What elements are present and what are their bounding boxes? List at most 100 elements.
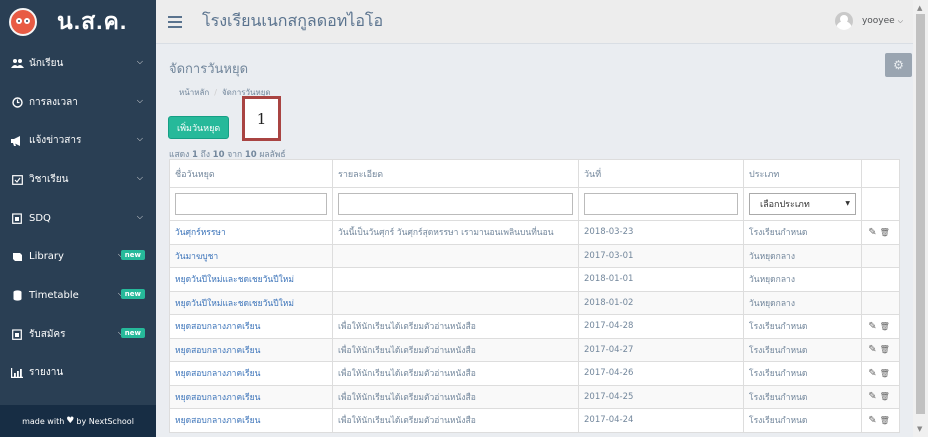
gear-icon: ⚙	[893, 58, 904, 72]
holiday-detail	[332, 267, 579, 292]
chevron-down-icon: ⌵	[136, 173, 143, 183]
clipboard-icon	[10, 212, 24, 224]
holiday-date: 2018-01-01	[578, 267, 744, 292]
holiday-date: 2018-03-23	[578, 220, 744, 245]
step-number-callout: 1	[242, 96, 281, 141]
scroll-up-icon[interactable]: ▲	[917, 4, 922, 12]
filter-type-select[interactable]: เลือกประเภท	[749, 193, 856, 215]
sidebar-item-label: นักเรียน	[29, 57, 64, 69]
holiday-name-link[interactable]: หยุดวันปีใหม่และชดเชยวันปีใหม่	[169, 267, 333, 292]
sidebar-item-sdq[interactable]: SDQ ⌵	[0, 199, 156, 238]
avatar	[834, 12, 853, 30]
row-actions: ✎🗑	[861, 408, 900, 433]
holiday-date: 2017-04-25	[578, 384, 744, 409]
brand-name: น.ส.ค.	[57, 8, 128, 34]
heart-icon: ♥	[66, 416, 75, 426]
holiday-type: วันหยุดกลาง	[743, 267, 862, 292]
clipboard-icon	[10, 328, 24, 340]
holiday-name-link[interactable]: หยุดวันปีใหม่และชดเชยวันปีใหม่	[169, 290, 333, 315]
column-header-date[interactable]: วันที่	[578, 159, 744, 188]
bullhorn-icon	[10, 135, 24, 147]
edit-icon[interactable]: ✎	[868, 415, 879, 426]
users-icon	[10, 57, 24, 69]
holiday-detail	[332, 243, 579, 268]
holiday-date: 2017-04-24	[578, 408, 744, 433]
holiday-name-link[interactable]: หยุดสอบกลางภาคเรียน	[169, 314, 333, 339]
holiday-detail: เพื่อให้นักเรียนได้เตรียมตัวอ่านหนังสือ	[332, 384, 579, 409]
trash-icon[interactable]: 🗑	[880, 416, 893, 425]
sidebar-item-subjects[interactable]: วิชาเรียน ⌵	[0, 160, 156, 199]
table-row: หยุดสอบกลางภาคเรียน เพื่อให้นักเรียนได้เต…	[169, 337, 900, 362]
holiday-name-link[interactable]: หยุดสอบกลางภาคเรียน	[169, 337, 333, 362]
calendar-check-icon	[10, 173, 24, 185]
sidebar-item-library[interactable]: Library ⌵ new	[0, 237, 156, 276]
holiday-type: โรงเรียนกำหนด	[743, 361, 862, 386]
new-badge: new	[120, 289, 145, 300]
scrollbar-thumb[interactable]	[916, 14, 925, 414]
menu-toggle-icon[interactable]	[168, 15, 182, 28]
user-menu[interactable]: yooyee ⌵	[834, 12, 903, 30]
footer-text-post: by NextSchool	[76, 416, 134, 426]
sidebar-item-attendance[interactable]: การลงเวลา ⌵	[0, 83, 156, 122]
filter-name-input[interactable]	[175, 193, 327, 215]
trash-icon[interactable]: 🗑	[880, 369, 893, 378]
breadcrumb-home[interactable]: หน้าหลัก	[179, 88, 209, 97]
edit-icon[interactable]: ✎	[868, 368, 879, 379]
sidebar-item-timetable[interactable]: Timetable ⌵ new	[0, 276, 156, 315]
main-content: จัดการวันหยุด ⚙ หน้าหลัก / จัดการวันหยุด เ…	[156, 45, 913, 437]
holiday-type: โรงเรียนกำหนด	[743, 408, 862, 433]
chevron-down-icon: ⌵	[136, 134, 143, 144]
row-actions: ✎🗑	[861, 220, 900, 245]
sidebar-item-label: Timetable	[29, 289, 79, 301]
holiday-date: 2018-01-02	[578, 290, 744, 315]
holiday-date: 2017-04-27	[578, 337, 744, 362]
sidebar-item-label: รายงาน	[29, 367, 64, 379]
edit-icon[interactable]: ✎	[868, 344, 879, 355]
table-row: หยุดสอบกลางภาคเรียน เพื่อให้นักเรียนได้เต…	[169, 314, 900, 339]
holiday-name-link[interactable]: วันมาฆบูชา	[169, 243, 333, 268]
row-actions: ✎🗑	[861, 361, 900, 386]
settings-button[interactable]: ⚙	[885, 53, 912, 77]
table-row: หยุดสอบกลางภาคเรียน เพื่อให้นักเรียนได้เต…	[169, 384, 900, 409]
brand[interactable]: น.ส.ค.	[0, 0, 156, 44]
column-header-detail[interactable]: รายละเอียด	[332, 159, 579, 188]
column-header-actions	[861, 159, 900, 188]
holiday-detail: เพื่อให้นักเรียนได้เตรียมตัวอ่านหนังสือ	[332, 361, 579, 386]
holiday-name-link[interactable]: วันศุกร์หรรษา	[169, 220, 333, 245]
holiday-name-link[interactable]: หยุดสอบกลางภาคเรียน	[169, 408, 333, 433]
filter-detail-input[interactable]	[338, 193, 573, 215]
trash-icon[interactable]: 🗑	[880, 392, 893, 401]
holiday-table: ชื่อวันหยุด รายละเอียด วันที่ ประเภท เลื…	[169, 159, 900, 433]
trash-icon[interactable]: 🗑	[880, 228, 893, 237]
holiday-type: วันหยุดกลาง	[743, 290, 862, 315]
chevron-down-icon: ⌵	[136, 57, 143, 66]
scroll-down-icon[interactable]: ▼	[917, 425, 922, 433]
clock-icon	[10, 96, 24, 108]
edit-icon[interactable]: ✎	[868, 321, 879, 332]
edit-icon[interactable]: ✎	[868, 391, 879, 402]
holiday-name-link[interactable]: หยุดสอบกลางภาคเรียน	[169, 384, 333, 409]
sidebar-item-label: Library	[29, 251, 64, 263]
sidebar-item-reports[interactable]: รายงาน	[0, 354, 156, 393]
row-actions	[861, 290, 900, 315]
column-header-name[interactable]: ชื่อวันหยุด	[169, 159, 333, 188]
vertical-scrollbar[interactable]: ▲ ▼	[913, 0, 928, 437]
holiday-name-link[interactable]: หยุดสอบกลางภาคเรียน	[169, 361, 333, 386]
sidebar-item-label: วิชาเรียน	[29, 173, 69, 185]
trash-icon[interactable]: 🗑	[880, 345, 893, 354]
trash-icon[interactable]: 🗑	[880, 322, 893, 331]
sidebar-item-admission[interactable]: รับสมัคร ⌵ new	[0, 315, 156, 354]
page-title: จัดการวันหยุด	[169, 62, 249, 77]
table-row: หยุดสอบกลางภาคเรียน เพื่อให้นักเรียนได้เต…	[169, 408, 900, 433]
book-icon	[10, 251, 24, 263]
holiday-date: 2017-03-01	[578, 243, 744, 268]
sidebar-item-students[interactable]: นักเรียน ⌵	[0, 44, 156, 83]
column-header-type[interactable]: ประเภท	[743, 159, 862, 188]
filter-date-input[interactable]	[584, 193, 738, 215]
add-holiday-button[interactable]: เพิ่มวันหยุด	[168, 116, 230, 139]
footer-text-pre: made with	[22, 416, 65, 426]
top-navbar: โรงเรียนเนกสกูลดอทไอโอ yooyee ⌵	[156, 0, 913, 44]
sidebar-item-announcements[interactable]: แจ้งข่าวสาร ⌵	[0, 121, 156, 160]
row-actions: ✎🗑	[861, 314, 900, 339]
edit-icon[interactable]: ✎	[868, 227, 879, 238]
